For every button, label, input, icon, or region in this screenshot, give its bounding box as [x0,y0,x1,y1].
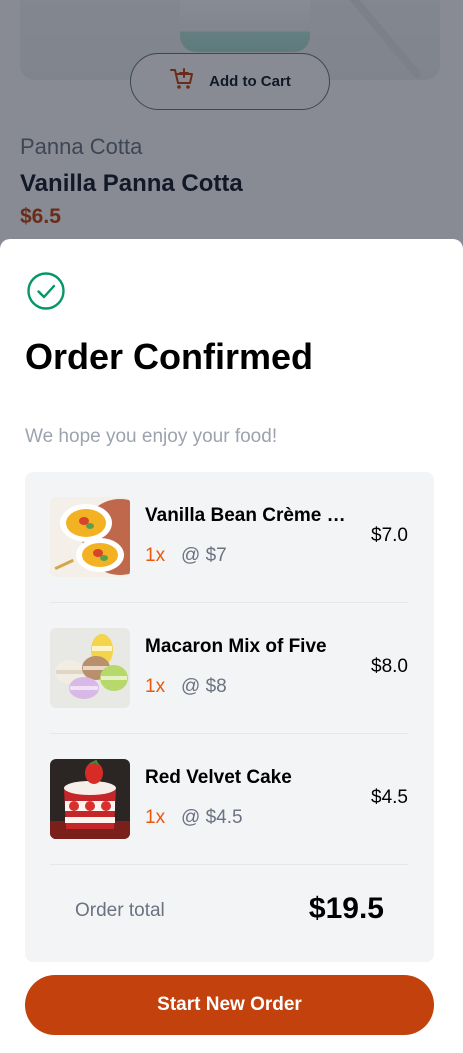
item-line-total: $4.5 [371,787,408,808]
order-total-value: $19.5 [308,892,384,925]
item-unit-price: @ $7 [181,545,227,566]
item-unit-price: @ $8 [181,676,227,697]
item-unit-price: @ $4.5 [181,807,243,828]
order-confirmed-sheet: Order Confirmed We hope you enjoy your f… [0,239,463,1053]
page-subtitle: We hope you enjoy your food! [25,426,278,447]
item-line-total: $8.0 [371,656,408,677]
order-item: Macaron Mix of Five 1x @ $8 $8.0 [50,603,408,734]
check-circle-icon [26,271,66,311]
item-name: Red Velvet Cake [145,767,292,788]
macarons-photo [50,628,130,708]
page-title: Order Confirmed [25,336,314,377]
item-line-total: $7.0 [371,525,408,546]
creme-brulee-photo [50,497,130,577]
item-divider [50,864,408,865]
order-total-label: Order total [75,900,165,921]
order-summary: Vanilla Bean Crème Brûlée 1x @ $7 $7.0 [25,472,434,962]
item-name: Macaron Mix of Five [145,636,327,657]
item-name: Vanilla Bean Crème Brûlée [145,505,357,526]
order-item: Vanilla Bean Crème Brûlée 1x @ $7 $7.0 [50,472,408,603]
item-quantity: 1x [145,676,166,697]
red-velvet-cake-photo [50,759,130,839]
order-item: Red Velvet Cake 1x @ $4.5 $4.5 [50,734,408,865]
start-new-order-button[interactable]: Start New Order [25,975,434,1035]
item-quantity: 1x [145,807,166,828]
item-quantity: 1x [145,545,166,566]
